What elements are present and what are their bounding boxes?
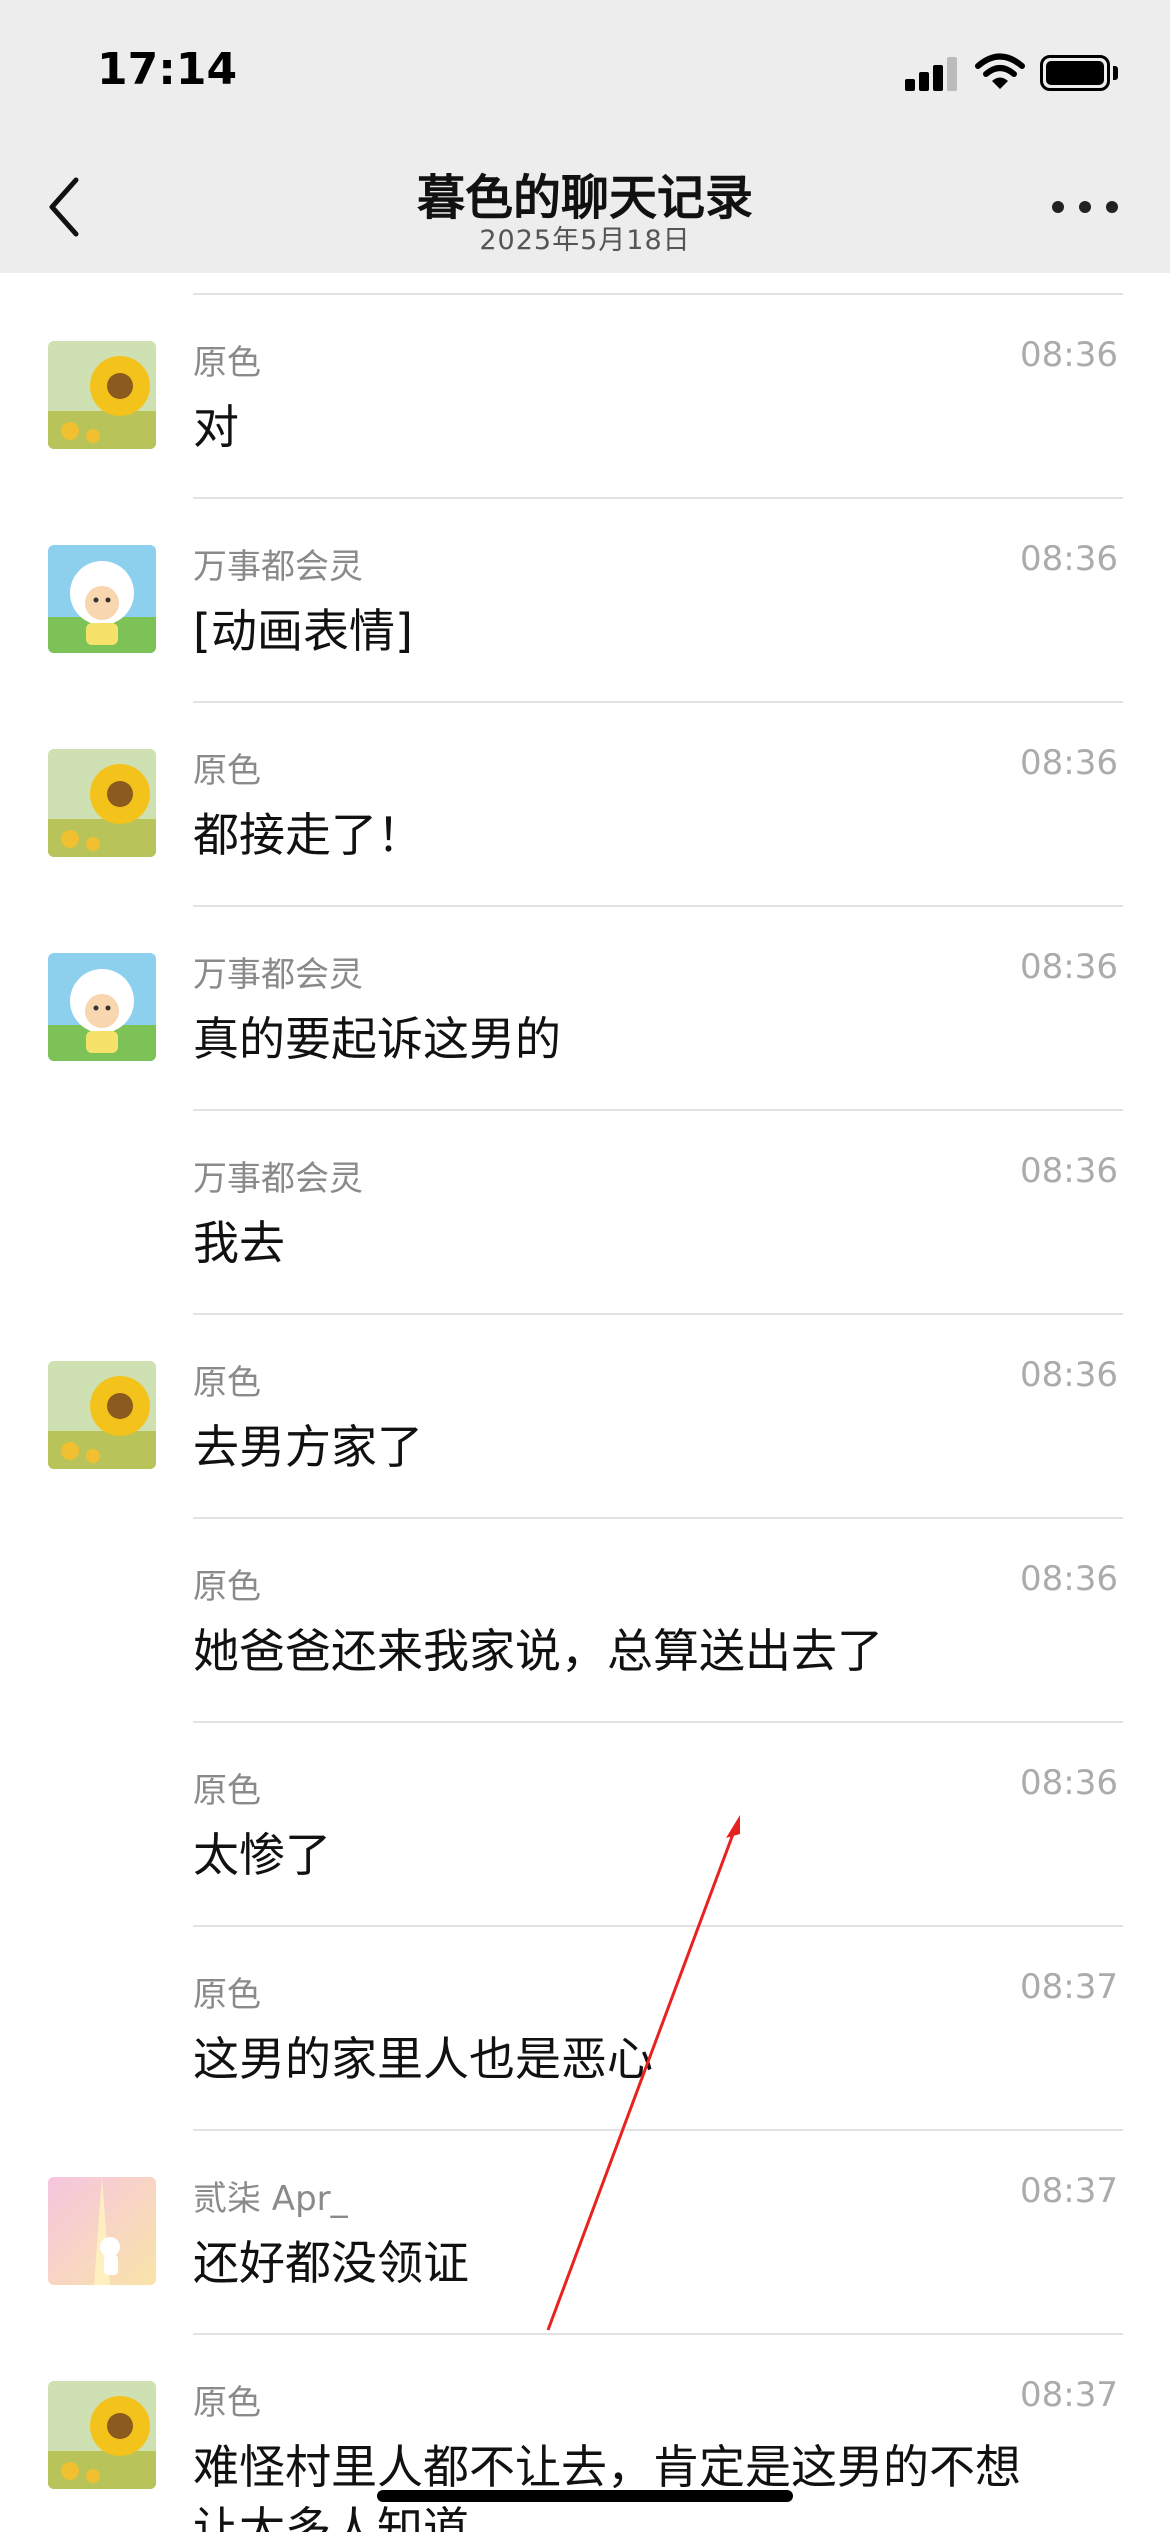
message-text: 真的要起诉这男的	[193, 1012, 561, 1066]
sender-name: 原色	[193, 751, 261, 791]
message-row[interactable]: 万事都会灵 08:36 真的要起诉这男的	[0, 907, 1170, 1111]
sheep-avatar[interactable]	[48, 953, 156, 1061]
message-text: 她爸爸还来我家说，总算送出去了	[193, 1624, 883, 1678]
message-time: 08:37	[1020, 1967, 1118, 2007]
message-time: 08:36	[1020, 1355, 1118, 1395]
message-text: 都接走了！	[193, 808, 423, 862]
message-time: 08:36	[1020, 1151, 1118, 1191]
sender-name: 贰柒 Apr_	[193, 2179, 348, 2219]
battery-tip	[1113, 66, 1118, 80]
message-row[interactable]: 万事都会灵 08:36 我去	[0, 1111, 1170, 1315]
sender-name: 原色	[193, 1975, 261, 2015]
message-text: 我去	[193, 1216, 285, 1270]
message-text: 对	[193, 400, 239, 454]
message-text: 这男的家里人也是恶心	[193, 2032, 653, 2086]
message-time: 08:36	[1020, 335, 1118, 375]
page-subtitle: 2025年5月18日	[479, 225, 691, 256]
message-row[interactable]: 万事都会灵 08:36 [动画表情]	[0, 499, 1170, 703]
sheep-avatar[interactable]	[48, 545, 156, 653]
cellular-signal-icon	[905, 57, 957, 91]
sender-name: 原色	[193, 1771, 261, 1811]
sunflower-avatar[interactable]	[48, 341, 156, 449]
message-time: 08:37	[1020, 2375, 1118, 2415]
status-time: 17:14	[97, 44, 238, 95]
sunflower-avatar[interactable]	[48, 2381, 156, 2489]
message-time: 08:36	[1020, 1763, 1118, 1803]
message-time: 08:37	[1020, 2171, 1118, 2211]
sender-name: 原色	[193, 343, 261, 383]
battery-icon	[1040, 55, 1110, 91]
sender-name: 原色	[193, 2383, 261, 2423]
pink-avatar[interactable]	[48, 2177, 156, 2285]
message-text: 去男方家了	[193, 1420, 423, 1474]
message-time: 08:36	[1020, 743, 1118, 783]
message-row[interactable]: 贰柒 Apr_ 08:37 还好都没领证	[0, 2131, 1170, 2335]
wifi-icon	[975, 53, 1025, 89]
message-text: 还好都没领证	[193, 2236, 469, 2290]
message-row[interactable]: 原色 08:36 太惨了	[0, 1723, 1170, 1927]
sunflower-avatar[interactable]	[48, 749, 156, 857]
message-text: [动画表情]	[193, 604, 413, 658]
message-row[interactable]: 原色 08:37 难怪村里人都不让去，肯定是这男的不想 让太多人知道	[0, 2335, 1170, 2532]
navigation-bar: 17:14 暮色的聊天记录 2025年5月18日	[0, 0, 1170, 273]
sender-name: 万事都会灵	[193, 1159, 363, 1199]
message-text: 太惨了	[193, 1828, 331, 1882]
message-time: 08:36	[1020, 947, 1118, 987]
message-row[interactable]: 原色 08:36 她爸爸还来我家说，总算送出去了	[0, 1519, 1170, 1723]
message-row[interactable]: 原色 08:36 都接走了！	[0, 703, 1170, 907]
message-row[interactable]: 原色 08:36 去男方家了	[0, 1315, 1170, 1519]
message-text: 难怪村里人都不让去，肯定是这男的不想	[193, 2440, 1021, 2494]
more-options-button[interactable]	[1052, 196, 1118, 218]
sunflower-avatar[interactable]	[48, 1361, 156, 1469]
message-time: 08:36	[1020, 539, 1118, 579]
sender-name: 原色	[193, 1363, 261, 1403]
sender-name: 原色	[193, 1567, 261, 1607]
home-indicator	[377, 2490, 793, 2502]
message-time: 08:36	[1020, 1559, 1118, 1599]
sender-name: 万事都会灵	[193, 955, 363, 995]
sender-name: 万事都会灵	[193, 547, 363, 587]
message-row[interactable]: 原色 08:36 对	[0, 295, 1170, 499]
message-row[interactable]: 原色 08:37 这男的家里人也是恶心	[0, 1927, 1170, 2131]
